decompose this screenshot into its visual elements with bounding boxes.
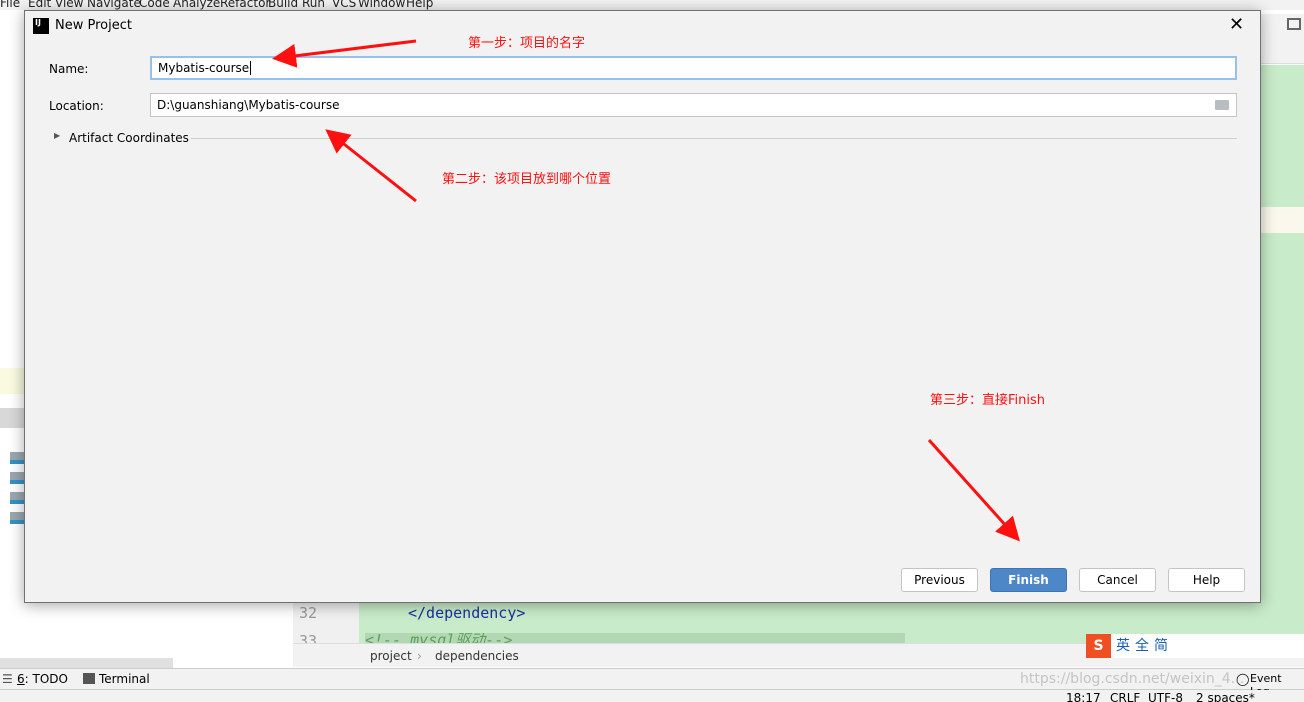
- arrow-step2: [325, 129, 417, 203]
- annotation-arrows: [272, 39, 1021, 542]
- arrow-step3: [927, 438, 1021, 542]
- arrow-step1: [272, 39, 417, 68]
